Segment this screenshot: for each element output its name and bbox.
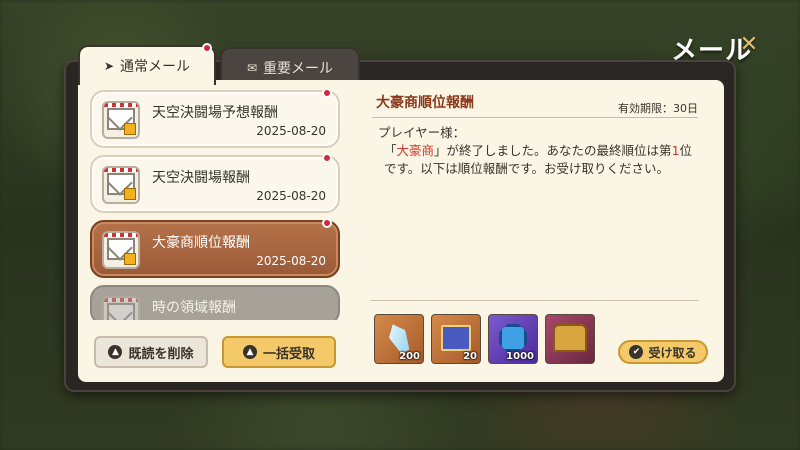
mail-envelope-icon <box>102 296 140 320</box>
reward-qty: 1000 <box>506 351 534 362</box>
mail-item-selected[interactable]: 大豪商順位報酬 2025-08-20 <box>90 218 340 278</box>
mail-list[interactable]: 天空決闘場予想報酬 2025-08-20 天空決闘場報酬 2025-08-20 … <box>88 90 344 320</box>
chevron-up-icon: ▲ <box>108 345 123 359</box>
gem-icon <box>499 324 527 353</box>
reward-treasure-chest[interactable] <box>545 314 595 364</box>
mail-date: 2025-08-20 <box>256 254 326 268</box>
paper-plane-icon: ➤ <box>103 59 115 73</box>
check-icon: ✔ <box>629 345 644 359</box>
reward-gem[interactable]: 1000 <box>488 314 538 364</box>
divider <box>372 117 698 118</box>
envelope-icon: ✉ <box>246 61 258 75</box>
body-text: 「大豪商」が終了しました。あなたの最終順位は第1位です。以下は順位報酬です。お受… <box>384 143 693 176</box>
mail-item[interactable]: 天空決闘場予想報酬 2025-08-20 <box>90 90 340 148</box>
reward-skill-book[interactable]: 20 <box>431 314 481 364</box>
rank-value: 1 <box>671 143 680 158</box>
claim-all-label: 一括受取 <box>262 346 315 362</box>
unread-badge <box>322 153 332 163</box>
detail-title: 大豪商順位報酬 <box>376 95 474 111</box>
mail-envelope-icon <box>102 231 140 269</box>
treasure-chest-icon <box>553 324 587 353</box>
greeting: プレイヤー様： <box>378 125 466 140</box>
divider <box>370 300 698 301</box>
mail-title: 天空決闘場報酬 <box>152 170 250 186</box>
reward-qty: 200 <box>399 351 420 362</box>
delete-read-label: 既読を削除 <box>128 346 194 362</box>
mail-title: 時の領域報酬 <box>152 300 236 316</box>
unread-badge <box>322 218 332 228</box>
mail-body: プレイヤー様： 「大豪商」が終了しました。あなたの最終順位は第1位です。以下は順… <box>378 124 704 178</box>
tab-label: 通常メール <box>120 59 191 75</box>
claim-all-button[interactable]: ▲ 一括受取 <box>222 336 336 368</box>
tab-normal-mail[interactable]: ➤ 通常メール <box>78 43 216 85</box>
mail-item[interactable]: 天空決闘場報酬 2025-08-20 <box>90 153 340 213</box>
mail-item[interactable]: 時の領域報酬 <box>90 285 340 320</box>
mail-envelope-icon <box>102 166 140 204</box>
mail-date: 2025-08-20 <box>256 124 326 138</box>
reward-crystal[interactable]: 200 <box>374 314 424 364</box>
tab-label: 重要メール <box>263 61 334 77</box>
skill-book-icon <box>441 325 471 352</box>
receive-button[interactable]: ✔ 受け取る <box>618 340 708 364</box>
chevron-up-icon: ▲ <box>242 345 257 359</box>
reward-qty: 20 <box>463 351 477 362</box>
notification-badge <box>202 43 212 53</box>
mail-panel: 天空決闘場予想報酬 2025-08-20 天空決闘場報酬 2025-08-20 … <box>78 80 724 382</box>
close-button[interactable]: ✕ <box>738 34 760 56</box>
delete-read-button[interactable]: ▲ 既読を削除 <box>94 336 208 368</box>
mail-envelope-icon <box>102 101 140 139</box>
expiry-label: 有効期限：30日 <box>618 102 698 115</box>
receive-label: 受け取る <box>648 345 697 360</box>
mail-date: 2025-08-20 <box>256 189 326 203</box>
mail-title: 天空決闘場予想報酬 <box>152 105 278 121</box>
event-name: 大豪商 <box>396 143 435 158</box>
mail-title: 大豪商順位報酬 <box>152 235 250 251</box>
unread-badge <box>322 90 332 98</box>
